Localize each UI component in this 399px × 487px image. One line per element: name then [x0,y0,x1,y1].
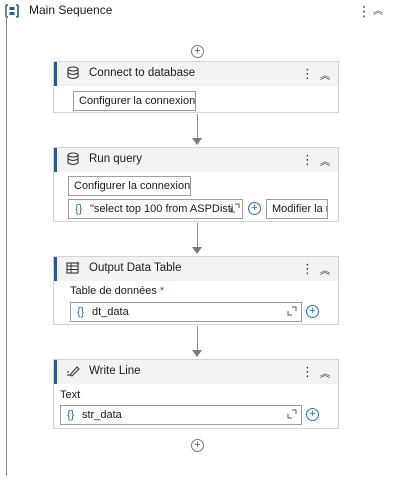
connector-line [197,326,198,350]
activity-write-line[interactable]: Write Line ⋮ ︽ Text {} str_data + [53,359,339,429]
data-table-icon [66,261,80,274]
datatable-field-label-text: Table de données [70,285,157,297]
add-argument-icon[interactable]: + [306,305,319,318]
configure-connection-button[interactable]: Configurer la connexion... [73,91,196,111]
activity-header[interactable]: Write Line ⋮ ︽ [54,360,338,384]
database-icon [67,66,79,80]
expand-icon[interactable] [287,306,297,316]
configure-connection-button[interactable]: Configurer la connexion... [68,176,191,196]
activity-more-icon[interactable]: ⋮ [301,66,314,82]
connector-line [197,114,198,138]
connector-arrow-icon [192,247,202,254]
activity-connect-to-database[interactable]: Connect to database ⋮ ︽ Configurer la co… [53,61,339,113]
datatable-field-label: Table de données * [70,285,164,297]
text-field-label: Text [60,389,81,401]
connector-arrow-icon [192,138,202,145]
sql-expression-text: "select top 100 from ASPDisti [90,203,234,215]
activity-title: Connect to database [89,67,196,79]
activity-title: Run query [89,153,143,165]
add-argument-icon[interactable]: + [306,408,319,421]
modify-query-button[interactable]: Modifier la r [266,199,328,219]
activity-title: Write Line [89,365,141,377]
activity-collapse-icon[interactable]: ︽ [320,365,330,380]
expression-brace-icon: {} [75,203,83,215]
required-marker: * [159,285,165,297]
activity-collapse-icon[interactable]: ︽ [320,67,330,82]
add-argument-icon[interactable]: + [248,202,261,215]
activity-header[interactable]: Run query ⋮ ︽ [54,148,338,172]
write-line-icon [67,366,80,377]
activity-run-query[interactable]: Run query ⋮ ︽ Configurer la connexion...… [53,147,339,222]
expression-brace-icon: {} [77,306,85,318]
expand-icon[interactable] [287,409,297,419]
text-expression-input[interactable]: {} str_data [60,405,302,425]
activity-more-icon[interactable]: ⋮ [301,261,314,277]
connector-line [197,223,198,247]
activity-collapse-icon[interactable]: ︽ [320,262,330,277]
add-activity-top-icon[interactable]: + [191,45,204,58]
activity-collapse-icon[interactable]: ︽ [320,153,330,168]
add-activity-bottom-icon[interactable]: + [191,439,204,452]
expression-brace-icon: {} [67,409,75,421]
text-expression-text: str_data [82,409,122,421]
expand-icon[interactable] [230,203,240,213]
connector-arrow-icon [192,350,202,357]
datatable-expression-text: dt_data [92,306,129,318]
datatable-expression-input[interactable]: {} dt_data [70,302,302,322]
sql-expression-input[interactable]: {} "select top 100 from ASPDisti [68,199,243,219]
activity-title: Output Data Table [89,262,182,274]
activity-more-icon[interactable]: ⋮ [301,152,314,168]
activity-output-data-table[interactable]: Output Data Table ⋮ ︽ Table de données *… [53,256,339,325]
activity-header[interactable]: Output Data Table ⋮ ︽ [54,257,338,281]
database-icon [67,152,79,166]
activity-header[interactable]: Connect to database ⋮ ︽ [54,62,338,86]
activity-more-icon[interactable]: ⋮ [301,364,314,380]
